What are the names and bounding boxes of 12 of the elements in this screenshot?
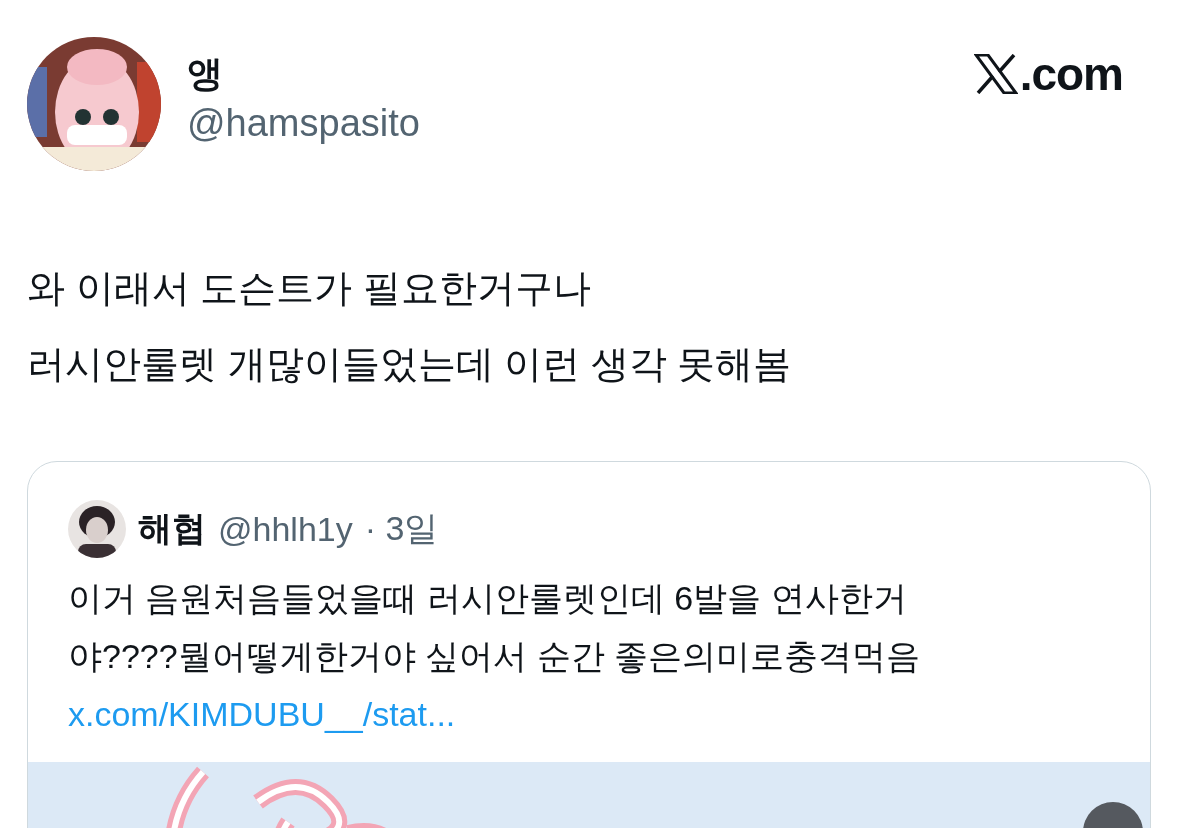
quoted-post-card[interactable]: 해협 @hhlh1y · 3일 이거 음원처음들었을때 러시안룰렛인데 6발을 연사한거 야????뭘어떻게한거야 싶어서 순간 좋은의미로충격먹음 x.com/KIMDUBU__/stat...	[27, 461, 1151, 828]
quoted-author-name: 해협	[138, 508, 206, 549]
post-time: · 3일	[364, 508, 439, 549]
post-text: 와 이래서 도슨트가 필요한거구나	[27, 266, 591, 311]
author-handle: @hamspasito	[187, 101, 421, 146]
author-name: 앵	[187, 52, 224, 96]
quoted-post-text: 이거 음원처음들었을때 러시안룰렛인데 6발을 연사한거	[68, 578, 907, 619]
post-text: 러시안룰렛 개많이들었는데 이런 생각 못해봄	[27, 342, 792, 387]
quoted-author-handle: @hhlh1y	[218, 509, 353, 549]
x-logo-icon	[973, 54, 1018, 94]
quoted-post-text: 야????뭘어떻게한거야 싶어서 순간 좋은의미로충격먹음	[68, 636, 920, 677]
brand-text: .com	[1019, 47, 1123, 101]
